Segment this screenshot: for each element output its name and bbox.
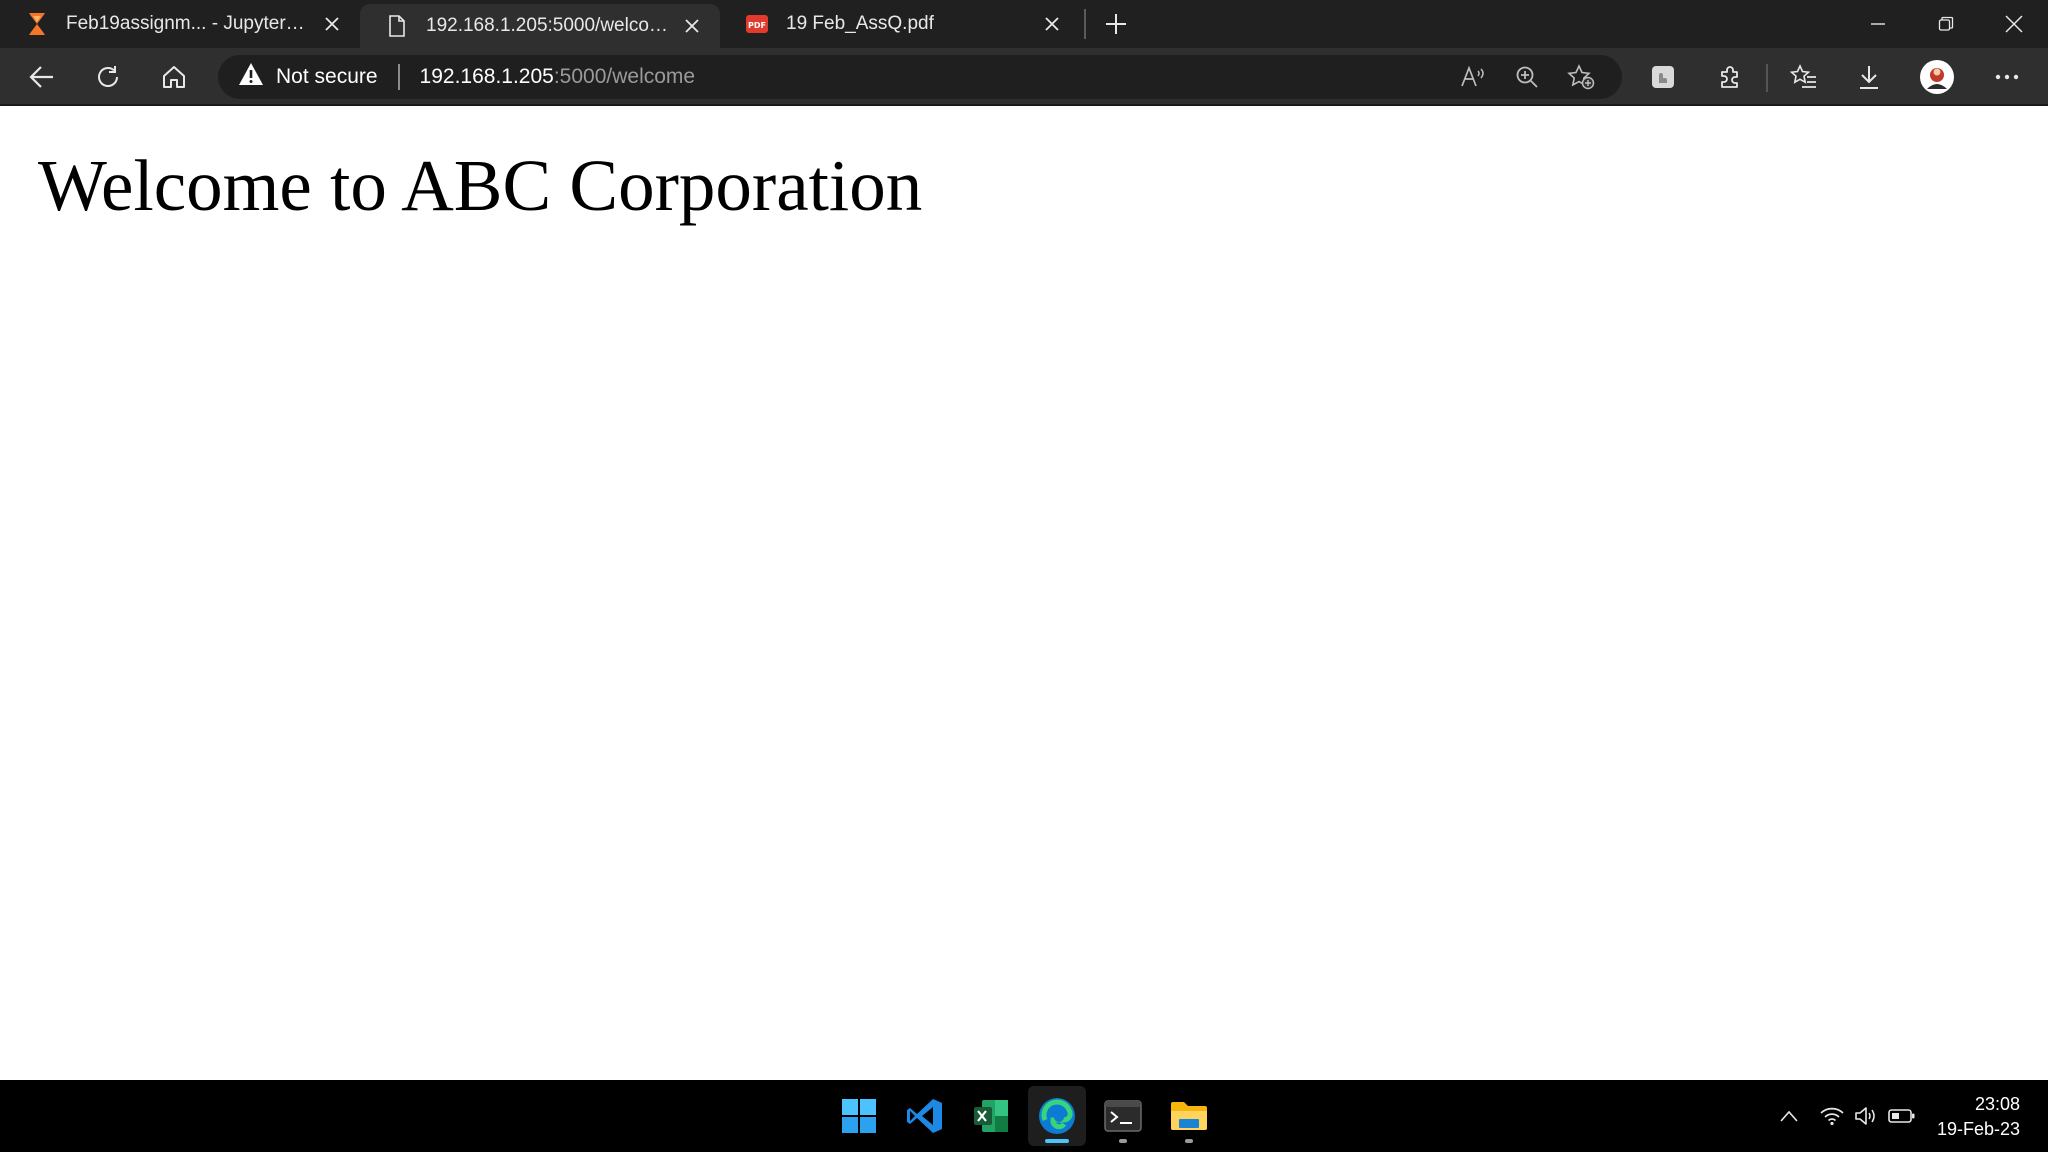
back-button[interactable]	[20, 55, 64, 99]
zoom-button[interactable]	[1500, 55, 1554, 99]
close-icon[interactable]	[318, 10, 346, 38]
speaker-icon	[1855, 1107, 1875, 1125]
zoom-in-icon	[1516, 66, 1538, 88]
tab-title: Feb19assignm... - JupyterLab	[66, 13, 308, 34]
minimize-button[interactable]	[1844, 0, 1912, 48]
page-heading: Welcome to ABC Corporation	[38, 145, 923, 226]
close-icon[interactable]	[1038, 10, 1066, 38]
download-icon	[1860, 66, 1878, 89]
close-icon	[2005, 15, 2023, 33]
taskbar-file-explorer[interactable]	[1160, 1086, 1218, 1146]
favorites-button[interactable]	[1782, 55, 1826, 99]
edge-icon	[1039, 1098, 1075, 1134]
refresh-icon	[98, 66, 118, 87]
more-dots-icon	[1995, 74, 2019, 80]
address-bar[interactable]: Not secure 192.168.1.205:5000/welcome	[218, 55, 1622, 99]
read-aloud-icon	[1461, 65, 1484, 87]
battery-status[interactable]	[1884, 1080, 1920, 1152]
puzzle-icon	[1721, 66, 1738, 88]
read-aloud-button[interactable]	[1446, 55, 1500, 99]
running-indicator	[1185, 1139, 1193, 1143]
address-bar-actions	[1446, 55, 1608, 99]
minimize-icon	[1871, 23, 1885, 25]
chevron-up-icon	[1780, 1110, 1798, 1122]
back-arrow-icon	[29, 66, 53, 88]
browser-toolbar: Not secure 192.168.1.205:5000/welcome	[0, 48, 2048, 106]
plus-icon	[1106, 14, 1126, 34]
tab-pdf[interactable]: PDF 19 Feb_AssQ.pdf	[720, 0, 1080, 48]
address-divider	[397, 64, 400, 90]
terminal-icon	[1104, 1100, 1142, 1132]
page-viewport: Welcome to ABC Corporation	[0, 106, 2048, 1080]
tab-strip: Feb19assignm... - JupyterLab 192.168.1.2…	[0, 0, 2048, 48]
toolbar-divider	[1766, 64, 1768, 92]
start-button[interactable]	[830, 1086, 888, 1146]
extensions-button[interactable]	[1708, 55, 1752, 99]
settings-more-button[interactable]	[1985, 55, 2029, 99]
new-tab-button[interactable]	[1094, 2, 1138, 46]
svg-text:PDF: PDF	[748, 21, 766, 30]
url-path: :5000/welcome	[553, 65, 696, 88]
clock-time: 23:08	[1974, 1094, 2020, 1114]
tab-jupyterlab[interactable]: Feb19assignm... - JupyterLab	[0, 0, 360, 48]
close-window-button[interactable]	[1980, 0, 2048, 48]
taskbar-vscode[interactable]	[896, 1086, 954, 1146]
file-explorer-icon	[1171, 1102, 1207, 1130]
tab-title: 19 Feb_AssQ.pdf	[786, 13, 934, 34]
favorites-list-icon	[1790, 64, 1816, 88]
home-button[interactable]	[152, 55, 196, 99]
page-icon	[384, 13, 410, 39]
tab-divider	[1084, 9, 1086, 39]
extension-button[interactable]	[1641, 55, 1685, 99]
site-info-button[interactable]: Not secure	[238, 62, 378, 92]
avatar	[1920, 60, 1954, 94]
show-hidden-icons-button[interactable]	[1772, 1080, 1806, 1152]
downloads-button[interactable]	[1847, 55, 1891, 99]
restore-button[interactable]	[1912, 0, 1980, 48]
battery-icon	[1888, 1109, 1915, 1123]
restore-icon	[1938, 16, 1954, 31]
jupyter-icon	[24, 11, 50, 37]
home-icon	[163, 66, 185, 88]
close-icon[interactable]	[678, 12, 706, 40]
pdf-icon: PDF	[744, 11, 770, 37]
volume-status[interactable]	[1849, 1080, 1883, 1152]
add-favorite-button[interactable]	[1554, 55, 1608, 99]
profile-button[interactable]	[1915, 55, 1959, 99]
warning-icon	[238, 62, 264, 92]
wifi-icon	[1820, 1107, 1844, 1126]
taskbar-terminal[interactable]	[1094, 1086, 1152, 1146]
clock-date: 19-Feb-23	[1936, 1119, 2020, 1139]
url-text[interactable]: 192.168.1.205:5000/welcome	[420, 65, 696, 89]
windows-taskbar: 23:08 19-Feb-23	[0, 1080, 2048, 1152]
running-indicator	[1119, 1139, 1127, 1143]
tab-title: 192.168.1.205:5000/welcome	[426, 15, 668, 36]
refresh-button[interactable]	[86, 55, 130, 99]
security-label: Not secure	[276, 65, 378, 88]
window-controls	[1844, 0, 2048, 48]
wifi-status[interactable]	[1815, 1080, 1849, 1152]
excel-icon	[974, 1100, 1008, 1132]
system-clock[interactable]: 23:08 19-Feb-23	[1937, 1092, 2020, 1142]
taskbar-edge[interactable]	[1028, 1086, 1086, 1146]
star-add-icon	[1567, 64, 1595, 90]
tab-welcome[interactable]: 192.168.1.205:5000/welcome	[360, 4, 720, 48]
vscode-icon	[907, 1099, 942, 1133]
windows-start-icon	[842, 1099, 876, 1133]
url-host: 192.168.1.205	[419, 65, 554, 88]
extension-app-icon	[1652, 66, 1674, 88]
running-indicator	[1045, 1139, 1069, 1143]
taskbar-excel[interactable]	[962, 1086, 1020, 1146]
